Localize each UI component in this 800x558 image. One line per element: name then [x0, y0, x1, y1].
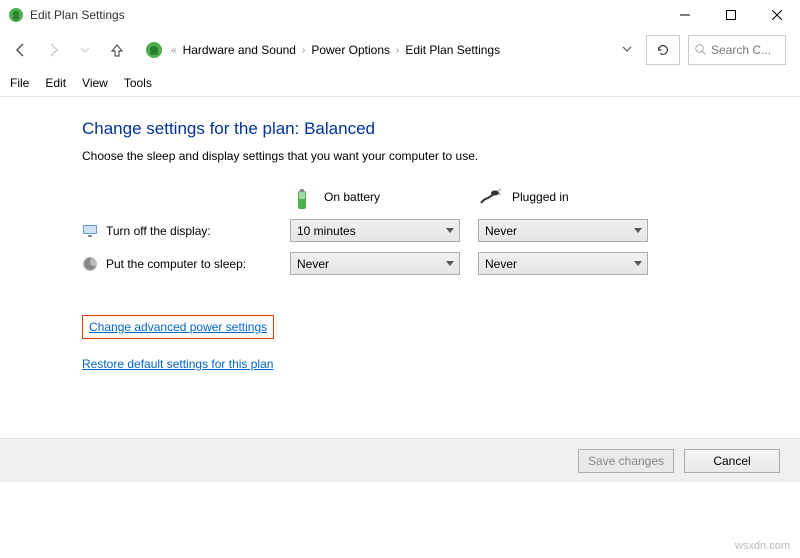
minimize-button[interactable]	[662, 0, 708, 30]
menu-bar: File Edit View Tools	[0, 70, 800, 97]
breadcrumb-item[interactable]: Edit Plan Settings	[405, 43, 500, 57]
menu-tools[interactable]: Tools	[124, 76, 152, 90]
display-plugged-select[interactable]: Never	[478, 219, 648, 242]
close-button[interactable]	[754, 0, 800, 30]
menu-edit[interactable]: Edit	[45, 76, 66, 90]
up-button[interactable]	[102, 35, 132, 65]
forward-button[interactable]	[38, 35, 68, 65]
save-button[interactable]: Save changes	[578, 449, 674, 473]
sleep-plugged-select[interactable]: Never	[478, 252, 648, 275]
settings-grid: On battery Plugged in Turn off the displ…	[82, 185, 800, 275]
search-input[interactable]: Search C...	[688, 35, 786, 65]
page-subtitle: Choose the sleep and display settings th…	[82, 149, 800, 163]
breadcrumb-item[interactable]: Hardware and Sound	[183, 43, 296, 57]
refresh-button[interactable]	[646, 35, 680, 65]
control-panel-icon	[145, 41, 163, 59]
recent-locations-button[interactable]	[70, 35, 100, 65]
breadcrumb-item[interactable]: Power Options	[311, 43, 390, 57]
page-title: Change settings for the plan: Balanced	[82, 119, 800, 139]
restore-defaults-link[interactable]: Restore default settings for this plan	[82, 357, 800, 371]
app-icon	[8, 7, 24, 23]
search-placeholder: Search C...	[711, 43, 771, 57]
content: Change settings for the plan: Balanced C…	[0, 97, 800, 371]
title-bar: Edit Plan Settings	[0, 0, 800, 30]
address-history-button[interactable]	[616, 43, 638, 57]
column-label: On battery	[324, 190, 380, 204]
sleep-battery-select[interactable]: Never	[290, 252, 460, 275]
window-title: Edit Plan Settings	[30, 8, 662, 22]
row-turn-off-display: Turn off the display:	[82, 223, 282, 239]
watermark: wsxdn.com	[735, 540, 790, 552]
chevron-left-icon: «	[171, 45, 177, 56]
links-section: Change advanced power settings Restore d…	[82, 315, 800, 371]
column-label: Plugged in	[512, 190, 569, 204]
plug-icon	[478, 185, 502, 209]
chevron-right-icon: ›	[396, 45, 399, 56]
breadcrumb[interactable]: « Hardware and Sound › Power Options › E…	[138, 36, 610, 64]
column-header-plugged: Plugged in	[478, 185, 658, 209]
back-button[interactable]	[6, 35, 36, 65]
change-advanced-link[interactable]: Change advanced power settings	[82, 315, 274, 339]
row-sleep: Put the computer to sleep:	[82, 256, 282, 272]
column-header-battery: On battery	[290, 185, 470, 209]
row-label-text: Put the computer to sleep:	[106, 257, 246, 271]
menu-view[interactable]: View	[82, 76, 108, 90]
search-icon	[695, 44, 707, 56]
monitor-icon	[82, 223, 98, 239]
nav-bar: « Hardware and Sound › Power Options › E…	[0, 30, 800, 70]
cancel-button[interactable]: Cancel	[684, 449, 780, 473]
row-label-text: Turn off the display:	[106, 224, 211, 238]
menu-file[interactable]: File	[10, 76, 29, 90]
footer: Save changes Cancel	[0, 438, 800, 482]
moon-icon	[82, 256, 98, 272]
display-battery-select[interactable]: 10 minutes	[290, 219, 460, 242]
battery-icon	[290, 185, 314, 209]
maximize-button[interactable]	[708, 0, 754, 30]
chevron-right-icon: ›	[302, 45, 305, 56]
